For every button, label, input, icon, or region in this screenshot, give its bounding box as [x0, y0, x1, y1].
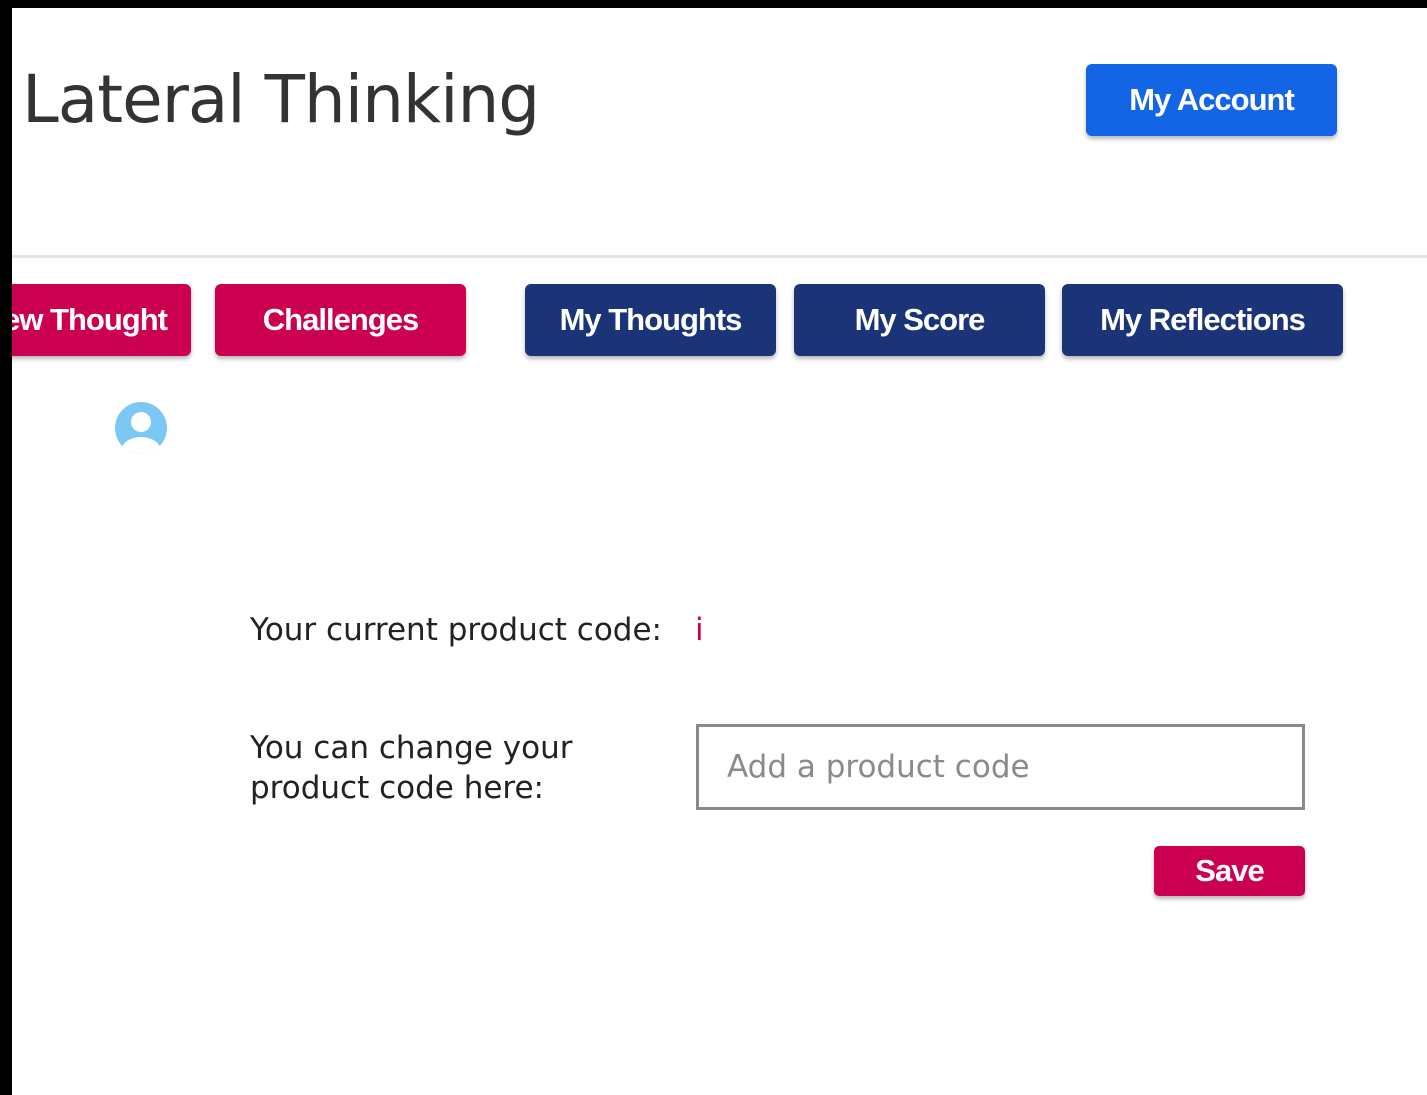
nav-my-thoughts-button[interactable]: My Thoughts [525, 284, 776, 356]
page: Lateral Thinking My Account New Thought … [12, 8, 1427, 1095]
current-product-code-label: Your current product code: [250, 612, 663, 648]
my-account-button[interactable]: My Account [1086, 64, 1337, 136]
change-product-code-label: You can change your product code here: [250, 730, 573, 806]
header-divider [12, 255, 1427, 258]
save-button[interactable]: Save [1154, 846, 1305, 896]
nav-challenges-button[interactable]: Challenges [215, 284, 466, 356]
product-code-input[interactable] [696, 724, 1305, 810]
current-product-code-value: i [695, 612, 704, 648]
nav-my-score-button[interactable]: My Score [794, 284, 1045, 356]
nav-new-thought-button[interactable]: New Thought [12, 284, 191, 356]
user-circle-icon [115, 402, 167, 454]
user-avatar-icon[interactable] [114, 401, 168, 455]
app-title: Lateral Thinking [22, 61, 540, 138]
nav-my-reflections-button[interactable]: My Reflections [1062, 284, 1343, 356]
